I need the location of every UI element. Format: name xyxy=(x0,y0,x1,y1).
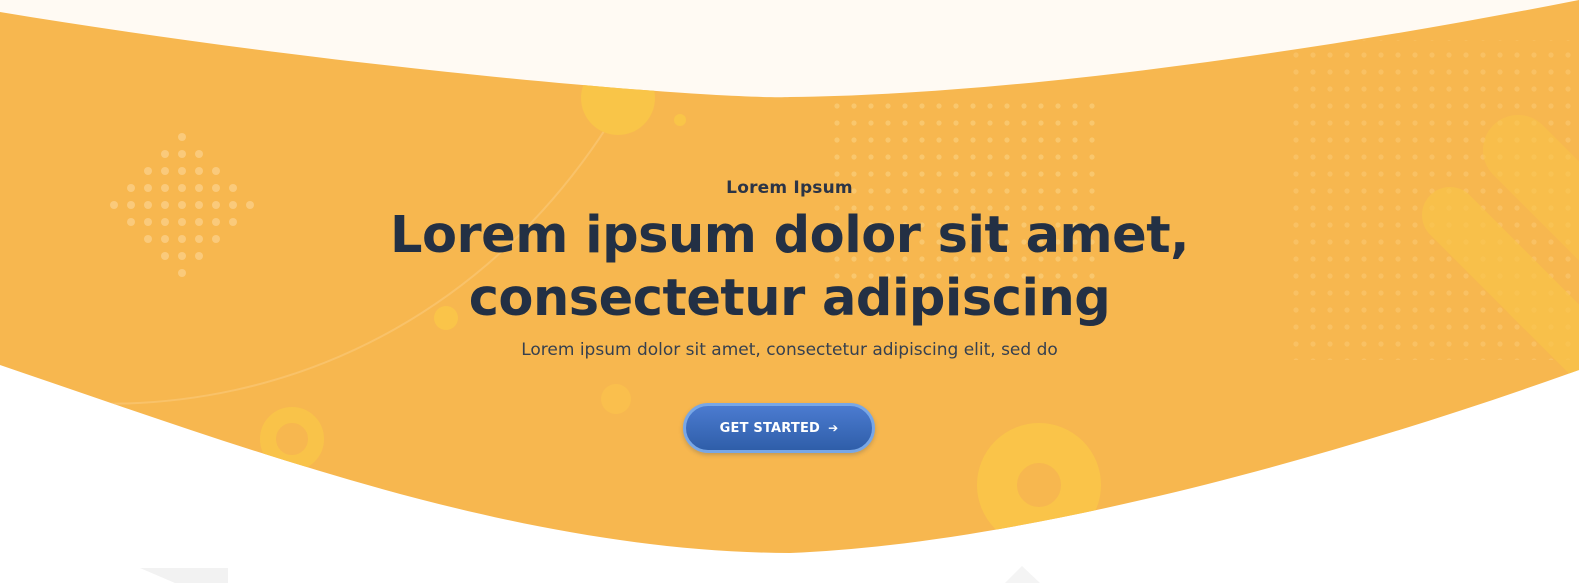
hero-title-line1: Lorem ipsum dolor sit amet, xyxy=(389,206,1190,265)
arrow-right-icon: ➔ xyxy=(828,421,839,435)
hero-title-line2: consectetur adipiscing xyxy=(468,269,1111,328)
hero-eyebrow: Lorem Ipsum xyxy=(726,178,853,198)
get-started-button[interactable]: GET STARTED ➔ xyxy=(683,403,875,453)
hero-subtitle: Lorem ipsum dolor sit amet, consectetur … xyxy=(521,340,1058,360)
get-started-label: GET STARTED xyxy=(719,420,821,436)
hero-title: Lorem ipsum dolor sit amet, consectetur … xyxy=(0,204,1579,330)
hero-section: Lorem Ipsum Lorem ipsum dolor sit amet, … xyxy=(0,0,1579,583)
